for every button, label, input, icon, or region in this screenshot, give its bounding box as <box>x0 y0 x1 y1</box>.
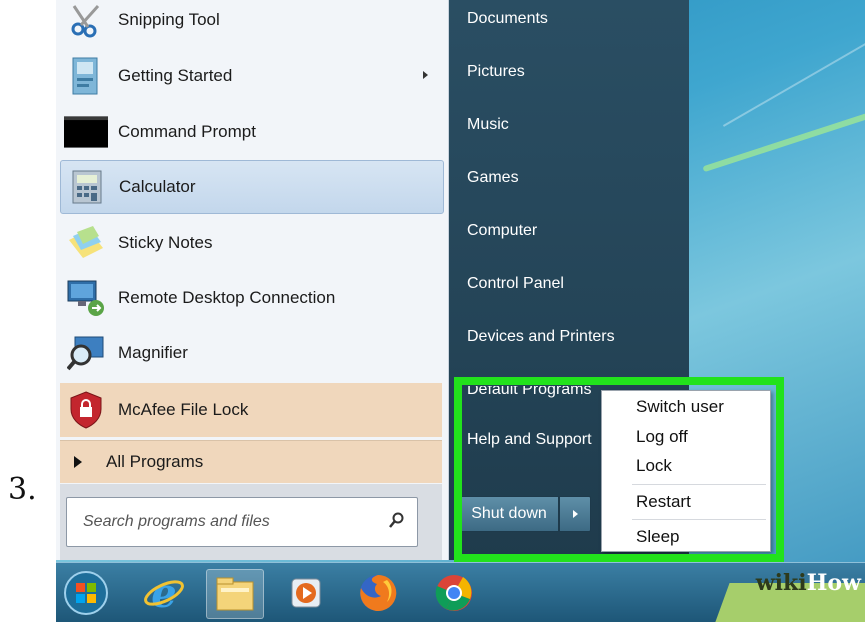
svg-text:e: e <box>151 571 176 615</box>
firefox-icon[interactable] <box>350 569 406 617</box>
remote-desktop-icon <box>64 278 108 318</box>
media-player-icon[interactable] <box>278 569 334 617</box>
places-item-computer[interactable]: Computer <box>467 222 537 240</box>
menu-item-snipping-tool[interactable]: Snipping Tool <box>60 0 442 46</box>
places-item-pictures[interactable]: Pictures <box>467 63 525 81</box>
menu-item-label: Getting Started <box>118 66 233 85</box>
start-menu-programs-pane: Snipping Tool Getting Started Command Pr… <box>56 0 449 560</box>
magnifier-icon <box>64 333 108 373</box>
highlight-box <box>454 377 784 562</box>
menu-item-label: Remote Desktop Connection <box>118 288 336 307</box>
expand-arrow-icon <box>74 456 82 468</box>
all-programs-button[interactable]: All Programs <box>60 440 442 483</box>
calculator-icon <box>65 167 109 207</box>
menu-item-magnifier[interactable]: Magnifier <box>60 327 442 379</box>
menu-item-label: Magnifier <box>118 343 188 362</box>
internet-explorer-icon[interactable]: e <box>136 569 192 617</box>
submenu-arrow-icon[interactable] <box>423 71 428 79</box>
places-item-documents[interactable]: Documents <box>467 10 548 28</box>
menu-item-sticky-notes[interactable]: Sticky Notes <box>60 217 442 269</box>
all-programs-label: All Programs <box>106 452 204 471</box>
menu-item-label: Sticky Notes <box>118 233 213 252</box>
places-item-music[interactable]: Music <box>467 116 509 134</box>
watermark-how: How <box>806 570 861 596</box>
watermark-wiki: wiki <box>755 570 807 596</box>
menu-item-mcafee-file-lock[interactable]: McAfee File Lock <box>60 383 442 437</box>
menu-item-label: McAfee File Lock <box>118 400 249 419</box>
mcafee-shield-icon <box>64 390 108 430</box>
file-explorer-icon[interactable] <box>206 569 264 619</box>
menu-item-label: Calculator <box>119 177 196 196</box>
search-icon[interactable] <box>389 512 405 534</box>
wikihow-watermark: wikiHow <box>756 570 861 596</box>
search-input[interactable] <box>81 512 385 532</box>
menu-item-remote-desktop[interactable]: Remote Desktop Connection <box>60 272 442 324</box>
menu-item-label: Command Prompt <box>118 122 256 141</box>
search-area <box>60 484 442 560</box>
start-orb-icon[interactable] <box>58 569 114 617</box>
taskbar: e <box>56 562 865 622</box>
command-prompt-icon <box>64 112 108 152</box>
menu-item-label: Snipping Tool <box>118 10 220 29</box>
scissors-icon <box>64 0 108 40</box>
menu-item-calculator[interactable]: Calculator <box>60 160 444 214</box>
getting-started-icon <box>64 56 108 96</box>
menu-item-command-prompt[interactable]: Command Prompt <box>60 106 442 158</box>
step-number: 3. <box>8 472 37 507</box>
chrome-icon[interactable] <box>426 569 482 617</box>
search-box[interactable] <box>66 497 418 547</box>
desktop: Snipping Tool Getting Started Command Pr… <box>56 0 865 622</box>
places-item-games[interactable]: Games <box>467 169 519 187</box>
sticky-notes-icon <box>64 223 108 263</box>
menu-item-getting-started[interactable]: Getting Started <box>60 50 442 102</box>
places-item-control-panel[interactable]: Control Panel <box>467 275 564 293</box>
places-item-devices-and-printers[interactable]: Devices and Printers <box>467 328 615 346</box>
